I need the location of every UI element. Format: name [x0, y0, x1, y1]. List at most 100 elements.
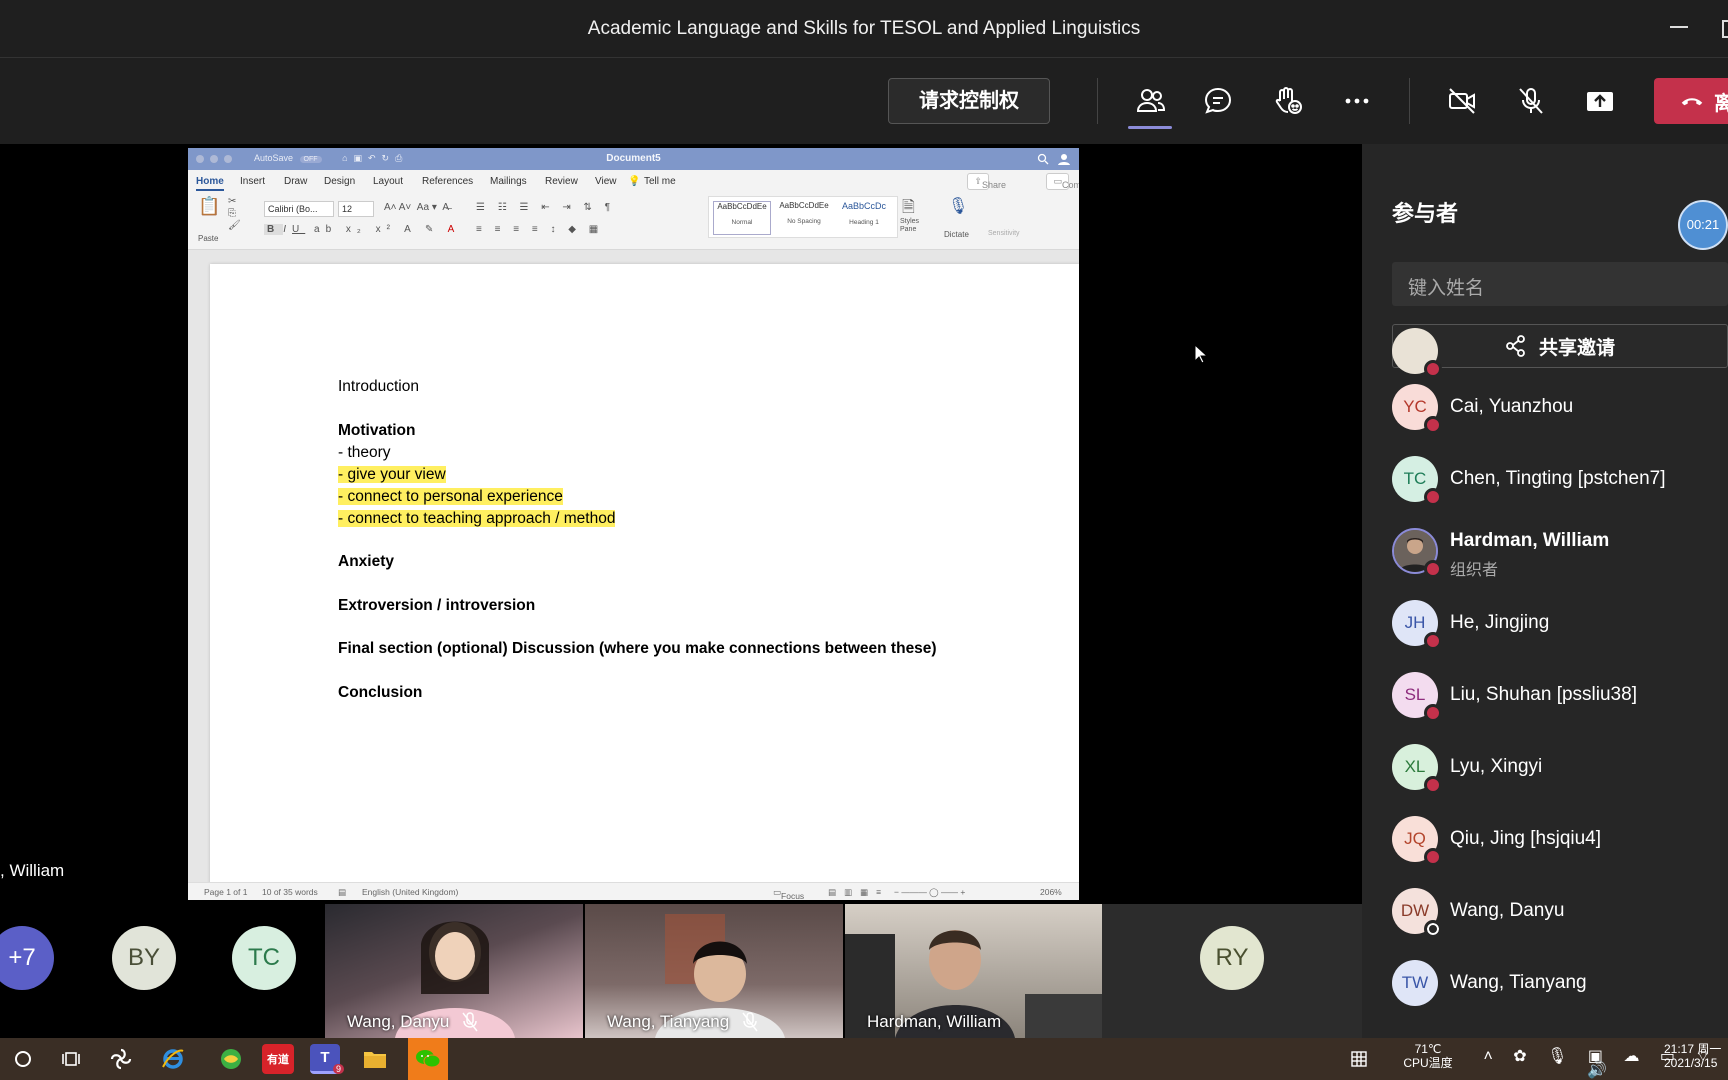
sensitivity-label[interactable]: Sensitivity — [988, 230, 1020, 237]
document-page[interactable]: Introduction Motivation - theory - give … — [210, 264, 1079, 900]
meeting-toolbar: 请求控制权 离 — [0, 58, 1728, 144]
minimize-button[interactable] — [1670, 26, 1688, 28]
mic-off-icon[interactable] — [1509, 80, 1553, 122]
tab-mailings[interactable]: Mailings — [490, 176, 527, 187]
app-swirl-icon[interactable] — [106, 1044, 136, 1074]
tab-review[interactable]: Review — [545, 176, 578, 187]
participant-search-input[interactable]: 键入姓名 — [1392, 262, 1728, 306]
focus-mode-icon[interactable]: ▭ Focus — [773, 887, 804, 900]
search-icon[interactable] — [1037, 153, 1049, 165]
bullet-personal-experience: - connect to personal experience — [338, 487, 563, 505]
tab-design[interactable]: Design — [324, 176, 355, 187]
heading-anxiety: Anxiety — [338, 553, 394, 571]
tab-home[interactable]: Home — [196, 176, 224, 191]
heading-extroversion: Extroversion / introversion — [338, 596, 536, 614]
share-tray-icon[interactable] — [1578, 80, 1622, 122]
home-ribbon: 📋 Paste ✂ ⎘ 🖌 Calibri (Bo... 12 A˄ A˅ Aa ▾… — [188, 192, 1079, 250]
dictate-icon[interactable]: 🎙 — [948, 196, 968, 216]
windows-taskbar: 有道 T 9 71℃ CPU温度 ˄ ✿ 🎙 ▣ ☁ ▭ ⌔ 🔊 21:17 周… — [0, 1038, 1728, 1080]
participant-row[interactable]: Hardman, William 组织者 — [1392, 522, 1728, 582]
wechat-icon[interactable] — [408, 1038, 448, 1080]
participant-row[interactable]: DW Wang, Danyu — [1392, 882, 1728, 942]
document-body[interactable]: Introduction Motivation - theory - give … — [338, 376, 937, 704]
video-tile[interactable]: Hardman, William — [845, 904, 1102, 1038]
share-button[interactable]: ⇪ Share — [967, 173, 1006, 190]
search-icon[interactable] — [8, 1044, 38, 1074]
participant-name: Wang, Danyu — [1450, 900, 1565, 921]
leave-button[interactable]: 离 — [1654, 78, 1728, 124]
tab-draw[interactable]: Draw — [284, 176, 307, 187]
keyboard-icon[interactable] — [1344, 1044, 1374, 1074]
participant-row[interactable]: YC Cai, Yuanzhou — [1392, 378, 1728, 438]
maximize-button[interactable] — [1722, 20, 1728, 38]
browser-360-icon[interactable] — [216, 1044, 246, 1074]
dictate-label[interactable]: Dictate — [944, 230, 969, 239]
participant-name: Hardman, William — [1450, 530, 1610, 551]
internet-explorer-icon[interactable] — [158, 1044, 188, 1074]
overflow-participants-button[interactable]: +7 — [0, 926, 54, 990]
tab-layout[interactable]: Layout — [373, 176, 403, 187]
style-heading-1[interactable]: AaBbCcDc Heading 1 — [835, 201, 893, 226]
participant-tile[interactable]: RY — [1102, 904, 1362, 1038]
clipboard-tools-icon[interactable]: ✂ ⎘ 🖌 — [228, 196, 241, 232]
toolbar-divider — [1409, 78, 1410, 124]
video-tile[interactable]: Wang, Danyu — [325, 904, 583, 1038]
participant-avatar: RY — [1200, 926, 1264, 990]
participant-row[interactable]: SL Liu, Shuhan [pssliu38] — [1392, 666, 1728, 726]
word-status-bar: Page 1 of 1 10 of 35 words ▤ English (Un… — [188, 882, 1079, 900]
styles-gallery[interactable]: AaBbCcDdEe Normal AaBbCcDdEe No Spacing Aa… — [708, 196, 898, 238]
font-name-select[interactable]: Calibri (Bo... — [264, 201, 334, 217]
text-format-icons[interactable]: B IU ab x₂ x² A ✎ A — [264, 224, 460, 235]
comments-button[interactable]: ▭ Comments — [1046, 173, 1079, 190]
paste-label[interactable]: Paste — [198, 234, 218, 243]
styles-pane-label[interactable]: Styles Pane — [900, 218, 930, 234]
participant-row[interactable]: JH He, Jingjing — [1392, 594, 1728, 654]
view-mode-icons[interactable]: ▤▥▦≡ — [828, 887, 889, 898]
participant-row[interactable]: XL Lyu, Xingyi — [1392, 738, 1728, 798]
participant-avatar-tile[interactable]: TC — [232, 926, 296, 990]
word-count[interactable]: 10 of 35 words — [262, 887, 318, 897]
ribbon-tabs: Home Insert Draw Design Layout Reference… — [188, 170, 1079, 192]
file-explorer-icon[interactable] — [360, 1044, 390, 1074]
tab-view[interactable]: View — [595, 176, 617, 187]
participant-name: Liu, Shuhan [pssliu38] — [1450, 684, 1637, 705]
request-control-button[interactable]: 请求控制权 — [888, 78, 1050, 124]
participant-row[interactable]: TW Wang, Tianyang — [1392, 954, 1728, 1014]
participant-row[interactable]: TC Chen, Tingting [pstchen7] — [1392, 450, 1728, 510]
more-icon[interactable] — [1335, 80, 1379, 122]
chat-icon[interactable] — [1196, 80, 1240, 122]
participant-row[interactable] — [1392, 322, 1728, 382]
font-size-select[interactable]: 12 — [338, 201, 374, 217]
tab-insert[interactable]: Insert — [240, 176, 265, 187]
video-tile[interactable]: Wang, Tianyang — [585, 904, 843, 1038]
mouse-cursor-icon — [1194, 344, 1208, 364]
status-busy-icon — [1424, 776, 1442, 794]
paste-icon[interactable]: 📋 — [198, 196, 220, 217]
account-icon[interactable] — [1057, 152, 1071, 166]
alignment-icons[interactable]: ≡ ≡ ≡ ≡ ↕ ◆ ▦ — [476, 224, 603, 235]
page-count[interactable]: Page 1 of 1 — [204, 887, 247, 897]
mic-off-icon — [742, 1012, 758, 1032]
camera-off-icon[interactable] — [1440, 80, 1484, 122]
zoom-level[interactable]: 206% — [1040, 887, 1062, 897]
toolbar-divider — [1097, 78, 1098, 124]
task-view-icon[interactable] — [56, 1044, 86, 1074]
cpu-temperature: 71℃ CPU温度 — [1403, 1042, 1453, 1070]
style-normal[interactable]: AaBbCcDdEe Normal — [713, 201, 771, 235]
participant-avatar-tile[interactable]: BY — [112, 926, 176, 990]
participant-name: Wang, Tianyang — [1450, 972, 1587, 993]
clock[interactable]: 21:17 周一 2021/3/15 — [1664, 1042, 1728, 1070]
zoom-slider[interactable]: − ——— ◯ —— + — [894, 887, 965, 898]
raise-hand-icon[interactable] — [1266, 80, 1310, 122]
proofing-icon[interactable]: ▤ — [338, 887, 346, 898]
tell-me-field[interactable]: Tell me — [644, 176, 676, 187]
youdao-icon[interactable]: 有道 — [262, 1044, 294, 1074]
language-status[interactable]: English (United Kingdom) — [362, 887, 458, 897]
tab-references[interactable]: References — [422, 176, 473, 187]
font-grow-shrink-icon[interactable]: A˄ A˅ Aa ▾ A̶ — [384, 202, 449, 213]
style-no-spacing[interactable]: AaBbCcDdEe No Spacing — [775, 201, 833, 225]
participant-row[interactable]: JQ Qiu, Jing [hsjqiu4] — [1392, 810, 1728, 870]
people-icon[interactable] — [1128, 80, 1172, 122]
list-icons[interactable]: ☰ ☷ ☰ ⇤ ⇥ ⇅ ¶ — [476, 202, 615, 213]
teams-icon[interactable]: T 9 — [310, 1044, 344, 1074]
